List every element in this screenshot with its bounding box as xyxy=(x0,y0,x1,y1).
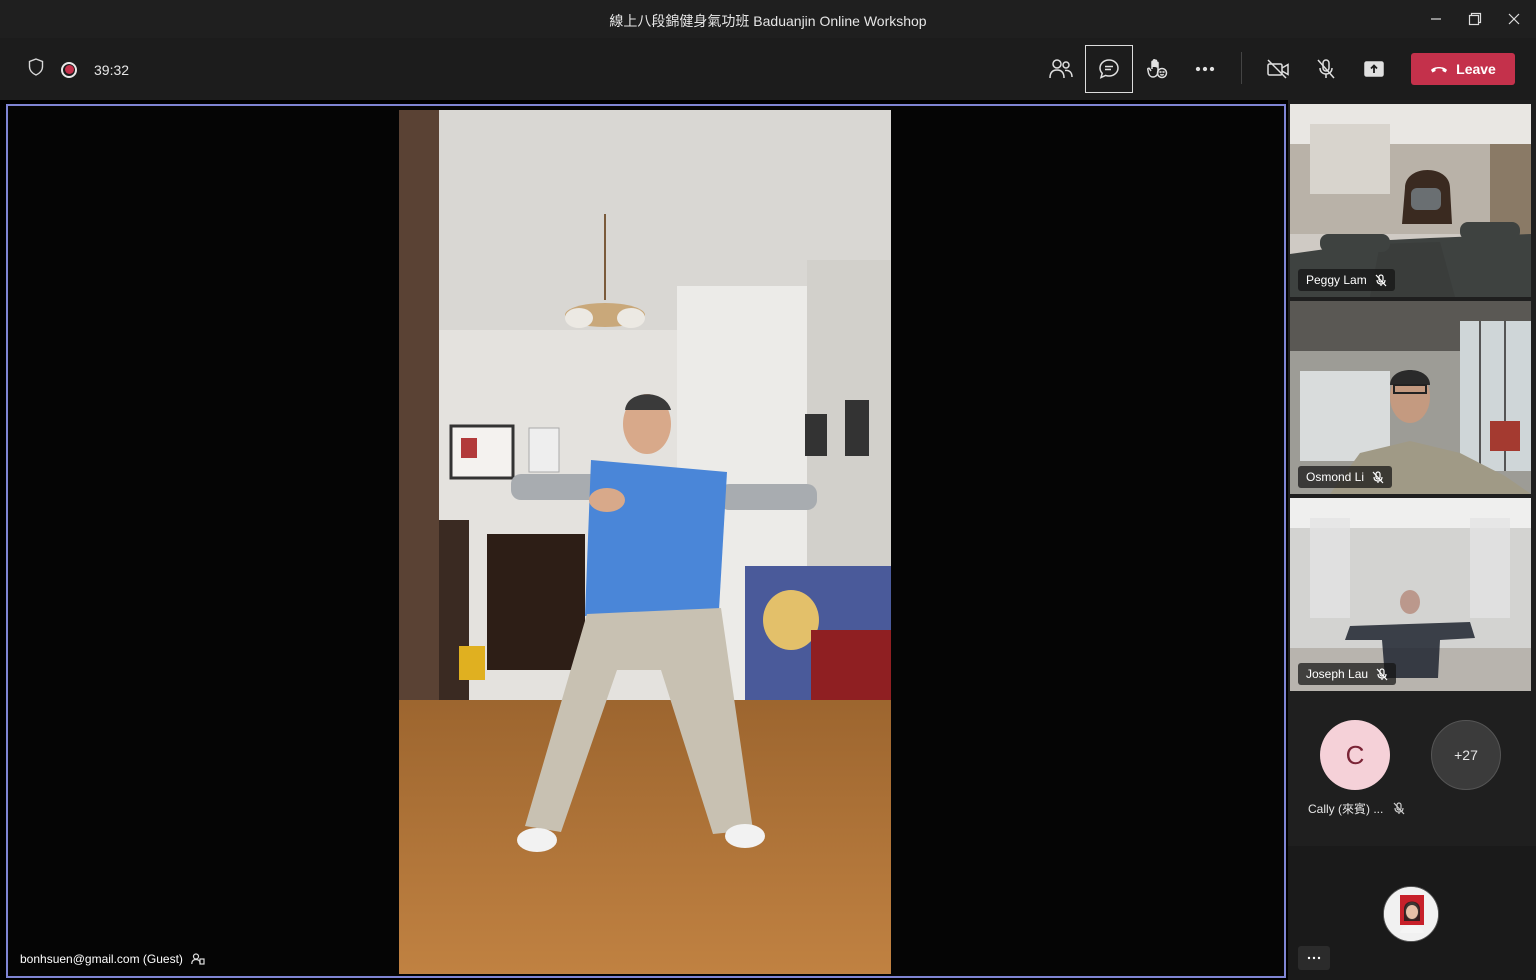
participant-name-chip: Peggy Lam xyxy=(1298,269,1395,291)
participants-panel: Peggy Lam Osmond Li Joseph Lau C Cally (… xyxy=(1288,100,1536,980)
participant-name-chip: Joseph Lau xyxy=(1298,663,1397,685)
mic-off-icon xyxy=(1317,59,1335,79)
participant-tile[interactable]: Osmond Li xyxy=(1290,301,1531,494)
participant-name: Osmond Li xyxy=(1306,470,1365,484)
participant-name: Joseph Lau xyxy=(1306,667,1369,681)
more-icon xyxy=(1195,66,1215,72)
window-title: 線上八段錦健身氣功班 Baduanjin Online Workshop xyxy=(609,13,927,29)
mic-off-icon xyxy=(1372,470,1384,483)
more-icon xyxy=(1307,956,1321,960)
participant-tile[interactable]: Peggy Lam xyxy=(1290,104,1531,297)
leave-label: Leave xyxy=(1456,61,1496,77)
guest-name: bonhsuen@gmail.com (Guest) xyxy=(20,952,183,966)
camera-toggle-button[interactable] xyxy=(1254,45,1302,93)
guest-label: bonhsuen@gmail.com (Guest) xyxy=(20,952,205,966)
mic-off-icon xyxy=(1393,802,1405,815)
participant-name-chip: Osmond Li xyxy=(1298,466,1393,488)
leave-button[interactable]: Leave xyxy=(1411,53,1515,85)
minimize-button[interactable] xyxy=(1422,6,1450,32)
chat-icon xyxy=(1099,59,1119,79)
participant-tile[interactable]: Joseph Lau xyxy=(1290,498,1531,691)
more-actions-button[interactable] xyxy=(1181,45,1229,93)
share-screen-button[interactable] xyxy=(1350,45,1398,93)
restore-button[interactable] xyxy=(1461,6,1489,32)
mic-off-icon xyxy=(1375,273,1387,286)
title-bar: 線上八段錦健身氣功班 Baduanjin Online Workshop xyxy=(0,0,1536,38)
more-participants-button[interactable]: +27 xyxy=(1431,720,1501,790)
shield-icon xyxy=(28,58,44,81)
self-avatar[interactable] xyxy=(1383,886,1439,942)
participants-button[interactable] xyxy=(1037,45,1085,93)
record-icon xyxy=(61,61,77,78)
main-video-stage[interactable]: bonhsuen@gmail.com (Guest) xyxy=(6,104,1286,978)
camera-off-icon xyxy=(1267,59,1289,79)
participant-name: Peggy Lam xyxy=(1306,273,1367,287)
close-window-button[interactable] xyxy=(1500,6,1528,32)
reactions-button[interactable] xyxy=(1133,45,1181,93)
share-icon xyxy=(1364,61,1384,77)
raise-hand-icon xyxy=(1147,59,1168,79)
meeting-status: 39:32 xyxy=(28,58,129,81)
toolbar-divider xyxy=(1241,52,1242,84)
participant-avatar-label: Cally (來賓) ... xyxy=(1308,800,1405,817)
meeting-timer: 39:32 xyxy=(94,61,130,78)
mic-off-icon xyxy=(1376,667,1388,680)
meeting-toolbar: 39:32 Leave xyxy=(0,38,1536,100)
people-icon xyxy=(1049,59,1073,79)
phone-icon xyxy=(1431,67,1448,73)
mic-toggle-button[interactable] xyxy=(1302,45,1350,93)
participant-avatar-name: Cally (來賓) ... xyxy=(1308,802,1384,816)
speaker-video xyxy=(399,110,891,974)
self-view-area xyxy=(1288,846,1536,980)
guest-icon xyxy=(191,953,205,965)
chat-button[interactable] xyxy=(1085,45,1133,93)
self-view-options-button[interactable] xyxy=(1298,946,1330,970)
participant-avatar[interactable]: C xyxy=(1320,720,1390,790)
